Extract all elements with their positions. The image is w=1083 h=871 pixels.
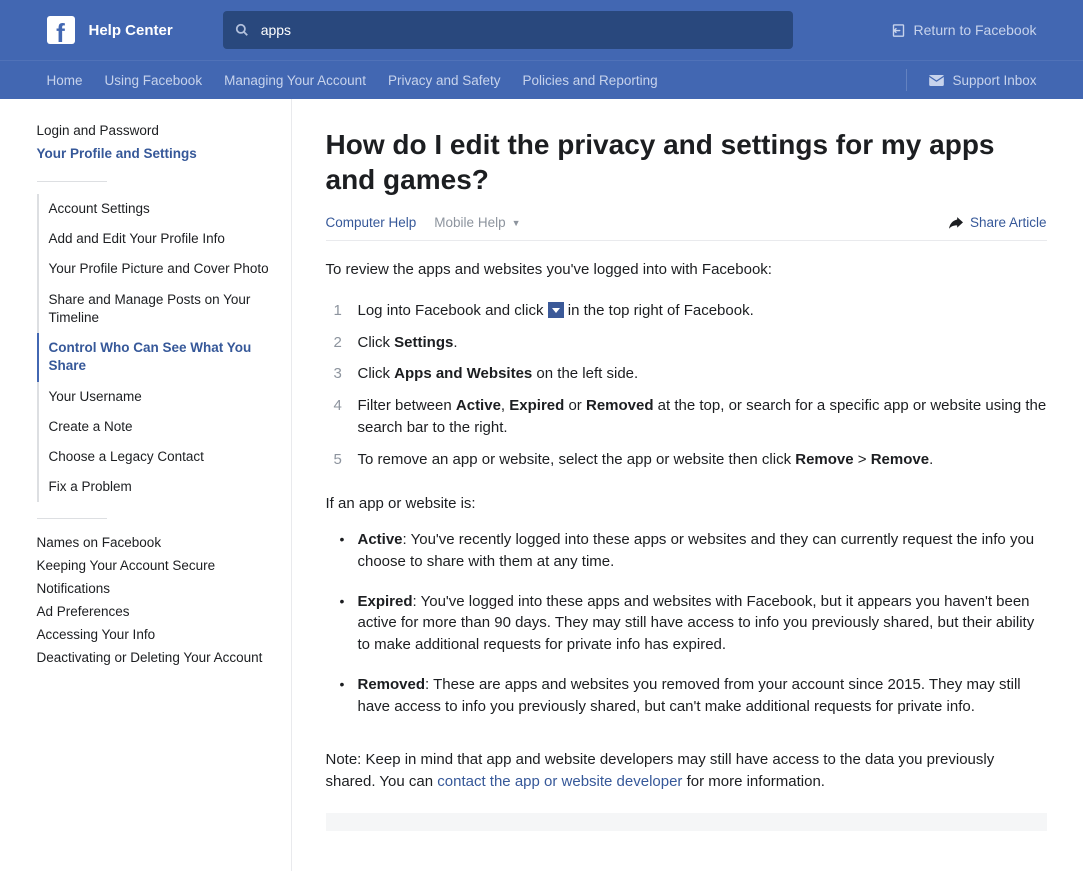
- sidebar-notifications[interactable]: Notifications: [37, 577, 281, 600]
- help-center-brand[interactable]: Help Center: [89, 22, 173, 39]
- sidebar-sub-link[interactable]: Fix a Problem: [49, 478, 281, 496]
- sidebar-account-secure[interactable]: Keeping Your Account Secure: [37, 554, 281, 577]
- dropdown-caret-icon: [548, 302, 564, 318]
- sidebar-names[interactable]: Names on Facebook: [37, 531, 281, 554]
- search-icon: [235, 23, 249, 37]
- tab-mobile-help[interactable]: Mobile Help ▼: [434, 215, 520, 230]
- nav-using-facebook[interactable]: Using Facebook: [105, 73, 203, 88]
- sidebar-divider: [37, 518, 107, 519]
- nav-policies-reporting[interactable]: Policies and Reporting: [523, 73, 658, 88]
- footer-bar: [326, 813, 1047, 831]
- support-label: Support Inbox: [952, 73, 1036, 88]
- article-title: How do I edit the privacy and settings f…: [326, 127, 1047, 197]
- sidebar-sub-item[interactable]: Control Who Can See What You Share: [37, 333, 281, 381]
- bullet-removed: Removed: These are apps and websites you…: [326, 674, 1047, 736]
- sidebar: Login and Password Your Profile and Sett…: [37, 99, 292, 871]
- intro-text: To review the apps and websites you've l…: [326, 259, 1047, 281]
- sidebar-deactivating[interactable]: Deactivating or Deleting Your Account: [37, 646, 281, 669]
- mail-icon: [929, 75, 944, 86]
- search-container: [223, 11, 793, 49]
- chevron-down-icon: ▼: [512, 218, 521, 228]
- bullet-active: Active: You've recently logged into thes…: [326, 529, 1047, 591]
- tab-computer-help[interactable]: Computer Help: [326, 215, 417, 230]
- sidebar-sub-item[interactable]: Account Settings: [37, 194, 281, 224]
- sidebar-sub-link[interactable]: Your Username: [49, 388, 281, 406]
- sidebar-login-password[interactable]: Login and Password: [37, 119, 281, 142]
- sidebar-sub-link[interactable]: Control Who Can See What You Share: [49, 339, 281, 375]
- nav-privacy-safety[interactable]: Privacy and Safety: [388, 73, 501, 88]
- sidebar-sub-item[interactable]: Share and Manage Posts on Your Timeline: [37, 285, 281, 333]
- contact-developer-link[interactable]: contact the app or website developer: [437, 773, 682, 790]
- sidebar-divider: [37, 181, 107, 182]
- sidebar-accessing-info[interactable]: Accessing Your Info: [37, 623, 281, 646]
- sidebar-sub-item[interactable]: Your Profile Picture and Cover Photo: [37, 254, 281, 284]
- note-text: Note: Keep in mind that app and website …: [326, 749, 1047, 793]
- sidebar-sub-item[interactable]: Your Username: [37, 382, 281, 412]
- share-article-link[interactable]: Share Article: [949, 215, 1047, 230]
- sidebar-profile-settings[interactable]: Your Profile and Settings: [37, 142, 281, 165]
- sidebar-sub-item[interactable]: Fix a Problem: [37, 472, 281, 502]
- share-icon: [949, 217, 963, 229]
- nav-divider: [906, 69, 907, 91]
- return-to-facebook-link[interactable]: Return to Facebook: [891, 22, 1037, 38]
- step-2: Click Settings.: [326, 327, 1047, 359]
- sidebar-sub-link[interactable]: Share and Manage Posts on Your Timeline: [49, 291, 281, 327]
- return-icon: [891, 23, 906, 38]
- mid-text: If an app or website is:: [326, 493, 1047, 515]
- nav-managing-account[interactable]: Managing Your Account: [224, 73, 366, 88]
- search-input[interactable]: [223, 11, 793, 49]
- sidebar-sub-link[interactable]: Your Profile Picture and Cover Photo: [49, 260, 281, 278]
- sidebar-sub-item[interactable]: Choose a Legacy Contact: [37, 442, 281, 472]
- sidebar-sub-link[interactable]: Account Settings: [49, 200, 281, 218]
- step-1: Log into Facebook and click in the top r…: [326, 295, 1047, 327]
- sidebar-sub-link[interactable]: Choose a Legacy Contact: [49, 448, 281, 466]
- nav-home[interactable]: Home: [47, 73, 83, 88]
- share-label: Share Article: [970, 215, 1047, 230]
- sidebar-sub-item[interactable]: Create a Note: [37, 412, 281, 442]
- tab-mobile-label: Mobile Help: [434, 215, 505, 230]
- sidebar-sub-link[interactable]: Create a Note: [49, 418, 281, 436]
- step-4: Filter between Active, Expired or Remove…: [326, 390, 1047, 444]
- bullet-expired: Expired: You've logged into these apps a…: [326, 591, 1047, 674]
- sidebar-sub-item[interactable]: Add and Edit Your Profile Info: [37, 224, 281, 254]
- nav-support-inbox[interactable]: Support Inbox: [929, 73, 1036, 88]
- sidebar-sub-link[interactable]: Add and Edit Your Profile Info: [49, 230, 281, 248]
- facebook-logo[interactable]: f: [47, 16, 75, 44]
- return-label: Return to Facebook: [914, 22, 1037, 38]
- sidebar-ad-preferences[interactable]: Ad Preferences: [37, 600, 281, 623]
- article-content: How do I edit the privacy and settings f…: [292, 99, 1047, 871]
- step-3: Click Apps and Websites on the left side…: [326, 358, 1047, 390]
- step-5: To remove an app or website, select the …: [326, 444, 1047, 476]
